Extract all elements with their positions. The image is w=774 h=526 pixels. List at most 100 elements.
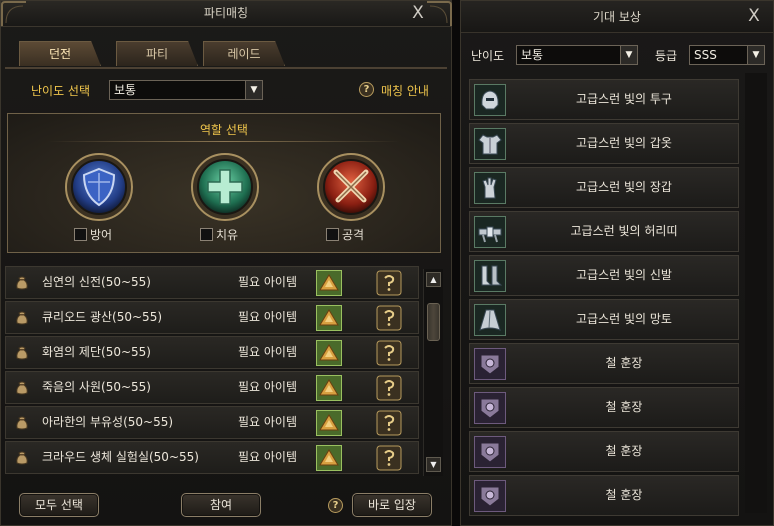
role-label-attack: 공격 [342,228,365,242]
reward-item-row[interactable]: 철 훈장 [469,387,739,428]
reward-item-row[interactable]: 철 훈장 [469,343,739,384]
shield-icon[interactable] [64,152,134,222]
reward-difficulty-value: 보통 [521,48,544,62]
checkbox-icon[interactable] [326,228,339,241]
helmet-icon [474,84,506,116]
required-item-label: 필요 아이템 [238,345,298,359]
difficulty-value: 보통 [114,83,137,97]
dungeon-info-button[interactable] [376,375,402,401]
scroll-thumb[interactable] [427,303,440,341]
role-checkbox-heal[interactable]: 치유 [200,228,238,244]
help-icon[interactable]: ? [359,82,374,97]
cape-icon [474,304,506,336]
required-item-icon[interactable] [316,410,342,436]
reward-window-close-icon[interactable]: X [743,4,765,29]
tab-party[interactable]: 파티 [116,41,198,66]
reward-item-row[interactable]: 고급스런 빛의 갑옷 [469,123,739,164]
reward-difficulty-dropdown[interactable]: 보통 ▼ [516,45,638,65]
dungeon-name: 큐리오드 광산(50~55) [42,310,163,324]
dungeon-row[interactable]: 아라한의 부유성(50~55) 필요 아이템 [5,406,419,439]
dungeon-list-scrollbar[interactable]: ▲ ▼ [423,269,443,476]
medal-icon [474,480,506,512]
dungeon-info-button[interactable] [376,410,402,436]
reward-window-title: 기대 보상 [593,10,641,24]
corner-ornament-icon [1,1,27,27]
dungeon-row[interactable]: 크라우드 생체 실험실(50~55) 필요 아이템 [5,441,419,474]
pouch-icon [14,380,30,396]
reward-filter-row: 난이도 보통 ▼ 등급 SSS ▼ [471,45,767,65]
checkbox-icon[interactable] [200,228,213,241]
dungeon-info-button[interactable] [376,445,402,471]
tab-divider [5,67,447,69]
reward-item-name: 철 훈장 [605,356,643,370]
reward-item-name: 고급스런 빛의 갑옷 [576,136,672,150]
role-checkbox-defense[interactable]: 방어 [74,228,112,244]
required-item-icon[interactable] [316,340,342,366]
reward-list-scrollbar[interactable] [745,73,767,513]
direct-entry-button[interactable]: 바로 입장 [352,493,432,517]
difficulty-row: 난이도 선택 보통 ▼ ? 매칭 안내 [31,80,441,100]
healing-cross-icon[interactable] [190,152,260,222]
grade-dropdown[interactable]: SSS ▼ [689,45,765,65]
matching-guide-link[interactable]: 매칭 안내 [381,82,429,99]
dungeon-name: 아라한의 부유성(50~55) [42,415,174,429]
expected-reward-window: 기대 보상 X 난이도 보통 ▼ 등급 SSS ▼ 고급스런 빛의 투구 고급스… [460,0,774,526]
reward-difficulty-label: 난이도 [471,49,505,63]
medal-icon [474,436,506,468]
tab-dungeon[interactable]: 던전 [19,41,101,66]
required-item-label: 필요 아이템 [238,450,298,464]
required-item-icon[interactable] [316,270,342,296]
dungeon-row[interactable]: 죽음의 사원(50~55) 필요 아이템 [5,371,419,404]
reward-item-row[interactable]: 고급스런 빛의 망토 [469,299,739,340]
gloves-icon [474,172,506,204]
required-item-icon[interactable] [316,375,342,401]
join-button[interactable]: 참여 [181,493,261,517]
tab-raid[interactable]: 레이드 [203,41,285,66]
medal-icon [474,392,506,424]
party-window-title: 파티매칭 [203,6,249,20]
chevron-down-icon: ▼ [245,81,262,99]
scroll-down-icon[interactable]: ▼ [426,457,441,472]
dungeon-info-button[interactable] [376,305,402,331]
required-item-icon[interactable] [316,445,342,471]
reward-item-name: 고급스런 빛의 망토 [576,312,672,326]
dungeon-row[interactable]: 심연의 신전(50~55) 필요 아이템 [5,266,419,299]
required-item-icon[interactable] [316,305,342,331]
scroll-up-icon[interactable]: ▲ [426,272,441,287]
dungeon-row[interactable]: 화염의 제단(50~55) 필요 아이템 [5,336,419,369]
required-item-label: 필요 아이템 [238,415,298,429]
role-title: 역할 선택 [200,123,248,137]
reward-item-name: 철 훈장 [605,488,643,502]
party-window-titlebar[interactable]: 파티매칭 [1,1,451,27]
dungeon-name: 죽음의 사원(50~55) [42,380,151,394]
reward-item-row[interactable]: 철 훈장 [469,475,739,516]
chevron-down-icon: ▼ [747,46,764,64]
difficulty-label: 난이도 선택 [31,84,91,98]
crossed-swords-icon[interactable] [316,152,386,222]
pouch-icon [14,345,30,361]
difficulty-dropdown[interactable]: 보통 ▼ [109,80,263,100]
role-selection-panel: 역할 선택 방어 치유 공격 [7,113,441,253]
dungeon-row[interactable]: 큐리오드 광산(50~55) 필요 아이템 [5,301,419,334]
reward-item-name: 철 훈장 [605,444,643,458]
reward-item-row[interactable]: 고급스런 빛의 신발 [469,255,739,296]
dungeon-list: 심연의 신전(50~55) 필요 아이템 큐리오드 광산(50~55) 필요 아… [5,266,419,476]
select-all-button[interactable]: 모두 선택 [19,493,99,517]
dungeon-name: 화염의 제단(50~55) [42,345,151,359]
pouch-icon [14,450,30,466]
reward-item-row[interactable]: 철 훈장 [469,431,739,472]
grade-label: 등급 [655,49,678,63]
reward-item-row[interactable]: 고급스런 빛의 장갑 [469,167,739,208]
grade-value: SSS [694,48,717,62]
reward-window-titlebar[interactable]: 기대 보상 [461,1,773,33]
role-checkbox-attack[interactable]: 공격 [326,228,364,244]
reward-item-row[interactable]: 고급스런 빛의 투구 [469,79,739,120]
help-icon[interactable]: ? [328,498,343,513]
required-item-label: 필요 아이템 [238,275,298,289]
dungeon-info-button[interactable] [376,340,402,366]
reward-item-row[interactable]: 고급스런 빛의 허리띠 [469,211,739,252]
required-item-label: 필요 아이템 [238,380,298,394]
dungeon-info-button[interactable] [376,270,402,296]
reward-item-name: 고급스런 빛의 신발 [576,268,672,282]
checkbox-icon[interactable] [74,228,87,241]
